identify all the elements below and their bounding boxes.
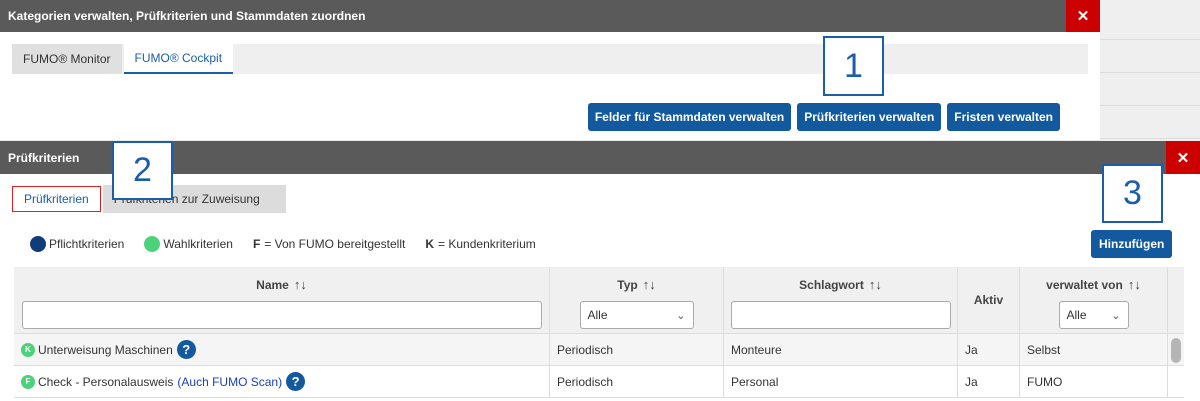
legend-pflicht: Pflichtkriterien [30,236,124,252]
background-row [1100,0,1200,40]
sort-icon[interactable]: ↑↓ [1128,277,1141,292]
tab-pruefkriterien[interactable]: Prüfkriterien [12,186,101,212]
cell-typ: Periodisch [550,366,724,397]
legend-f-key: F [252,237,261,251]
add-button[interactable]: Hinzufügen [1091,230,1173,258]
schlagwort-filter-input[interactable] [730,301,951,329]
kundenkriterium-badge-icon: K [21,342,35,357]
pruefkriterien-dialog: Prüfkriterien ✕ Prüfkriterien Prüfkriter… [0,141,1200,401]
column-name-label: Name [256,277,289,292]
manage-fristen-button[interactable]: Fristen verwalten [947,103,1060,131]
scroll-gutter [1168,366,1184,397]
column-schlagwort[interactable]: Schlagwort ↑↓ [724,267,958,333]
legend-f-text: = Von FUMO bereitgestellt [264,237,406,251]
column-typ[interactable]: Typ ↑↓ Alle ⌄ [550,267,724,333]
column-aktiv: Aktiv [958,267,1020,333]
background-row [1100,73,1200,106]
legend-wahl-label: Wahlkriterien [163,237,233,251]
scroll-gutter [1168,267,1184,333]
scrollbar-thumb[interactable] [1171,338,1181,363]
verwaltet-filter-select[interactable]: Alle ⌄ [1058,301,1129,329]
manage-pruefkriterien-button[interactable]: Prüfkriterien verwalten [797,103,942,131]
legend-fumo: F = Von FUMO bereitgestellt [253,237,405,251]
action-buttons: Felder für Stammdaten verwalten Prüfkrit… [587,103,1060,131]
background-row [1100,106,1200,139]
criteria-table: Name ↑↓ Typ ↑↓ Alle ⌄ Schlagwort ↑↓ Aktiv ve… [14,267,1184,398]
cell-aktiv: Ja [958,366,1020,397]
pflicht-dot-icon [30,236,46,252]
dialog-titlebar: Kategorien verwalten, Prüfkriterien und … [0,0,1100,32]
row-name: Check - Personalausweis [38,374,174,389]
close-icon[interactable]: ✕ [1066,0,1100,32]
cell-aktiv: Ja [958,334,1020,365]
table-row[interactable]: F Check - Personalausweis (Auch FUMO Sca… [14,366,1184,398]
cell-schlagwort: Monteure [724,334,958,365]
callout-3: 3 [1102,164,1163,223]
column-verwaltet-label: verwaltet von [1046,277,1123,292]
manage-stammdaten-button[interactable]: Felder für Stammdaten verwalten [587,103,792,131]
cell-verwaltet: FUMO [1020,366,1168,397]
verwaltet-filter-value: Alle [1066,308,1087,322]
chevron-down-icon: ⌄ [1111,309,1121,322]
sort-icon[interactable]: ↑↓ [869,277,882,292]
tab-fumo-cockpit[interactable]: FUMO® Cockpit [123,44,234,74]
row-name: Unterweisung Maschinen [38,342,173,357]
name-filter-input[interactable] [21,301,542,329]
wahl-dot-icon [144,236,161,252]
sort-icon[interactable]: ↑↓ [294,277,307,292]
sort-icon[interactable]: ↑↓ [643,277,656,292]
legend-pflicht-label: Pflichtkriterien [49,237,125,251]
table-header: Name ↑↓ Typ ↑↓ Alle ⌄ Schlagwort ↑↓ Aktiv ve… [14,267,1184,334]
legend-k-text: = Kundenkriterium [438,237,536,251]
legend-k-key: K [425,237,435,251]
cell-typ: Periodisch [550,334,724,365]
column-name[interactable]: Name ↑↓ [14,267,550,333]
column-verwaltet[interactable]: verwaltet von ↑↓ Alle ⌄ [1020,267,1168,333]
dialog-title: Kategorien verwalten, Prüfkriterien und … [8,9,366,23]
help-icon[interactable]: ? [286,372,306,391]
legend-wahl: Wahlkriterien [144,236,233,252]
column-schlagwort-label: Schlagwort [799,277,864,292]
fumo-badge-icon: F [21,374,35,389]
cell-name: K Unterweisung Maschinen ? [14,334,550,365]
help-icon[interactable]: ? [176,340,196,359]
cell-schlagwort: Personal [724,366,958,397]
legend-kunde: K = Kundenkriterium [425,237,535,251]
cell-verwaltet: Selbst [1020,334,1168,365]
cell-name: F Check - Personalausweis (Auch FUMO Sca… [14,366,550,397]
table-row[interactable]: K Unterweisung Maschinen ? Periodisch Mo… [14,334,1184,366]
legend: Pflichtkriterien Wahlkriterien F = Von F… [30,236,556,252]
table-body: K Unterweisung Maschinen ? Periodisch Mo… [14,334,1184,398]
callout-1: 1 [823,36,884,96]
fumo-scan-link[interactable]: (Auch FUMO Scan) [177,375,282,389]
manage-categories-dialog: Kategorien verwalten, Prüfkriterien und … [0,0,1100,140]
dialog-title: Prüfkriterien [8,150,80,165]
tab-fumo-monitor[interactable]: FUMO® Monitor [12,44,122,74]
typ-filter-select[interactable]: Alle ⌄ [579,301,694,329]
typ-filter-value: Alle [587,308,608,322]
chevron-down-icon: ⌄ [676,309,686,322]
callout-2: 2 [112,141,173,200]
dialog-tabs: FUMO® Monitor FUMO® Cockpit [12,44,1088,74]
column-aktiv-label: Aktiv [973,293,1004,307]
background-row [1100,40,1200,73]
column-typ-label: Typ [617,277,638,292]
close-icon[interactable]: ✕ [1166,141,1200,174]
dialog-titlebar: Prüfkriterien ✕ [0,141,1200,174]
